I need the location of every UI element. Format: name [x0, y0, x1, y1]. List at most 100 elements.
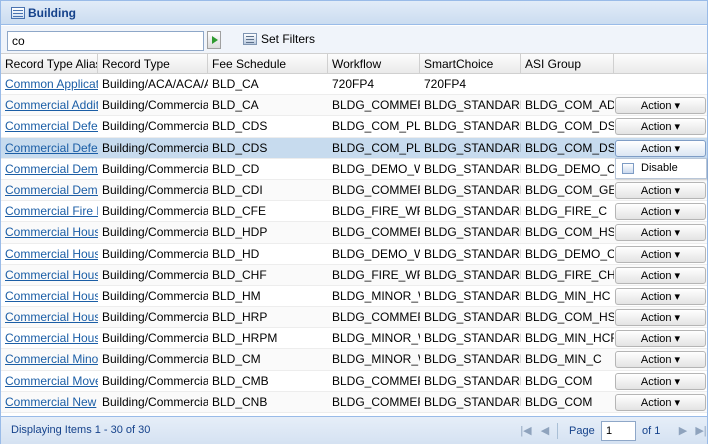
record-type-alias-link[interactable]: Commercial Housi	[1, 244, 98, 265]
cell-asi-group: BLDG_COM_DS	[525, 119, 614, 134]
table-row[interactable]: Commercial Housi Building/Commercial BLD_H…	[1, 222, 707, 244]
cell-smartchoice: BLDG_STANDARI	[424, 331, 521, 346]
table-row[interactable]: Commercial Fire E Building/Commercial BLD_…	[1, 201, 707, 223]
record-type-alias-link[interactable]: Commercial New	[1, 392, 98, 413]
column-header-action	[614, 54, 707, 74]
cell-fee-schedule: BLD_CFE	[212, 204, 267, 219]
record-type-alias-link[interactable]: Commercial Housi	[1, 328, 98, 349]
column-header-workflow[interactable]: Workflow	[328, 54, 420, 74]
record-type-alias-link[interactable]: Commercial Housi	[1, 307, 98, 328]
cell-fee-schedule: BLD_CMB	[212, 373, 269, 388]
cell-fee-schedule: BLD_HM	[212, 288, 261, 303]
cell-fee-schedule: BLD_HRP	[212, 310, 268, 325]
column-header-asi-group[interactable]: ASI Group	[521, 54, 614, 74]
action-button[interactable]: Action ▾	[615, 266, 706, 284]
cell-record-type: Building/Commercial	[102, 246, 208, 261]
cell-smartchoice: BLDG_STANDARI	[424, 119, 521, 134]
table-row[interactable]: Commercial Housi Building/Commercial BLD_C…	[1, 264, 707, 286]
cell-record-type: Building/Commercial	[102, 225, 208, 240]
table-row[interactable]: Commercial Defer Building/Commercial BLD_C…	[1, 116, 707, 138]
action-button[interactable]: Action ▾	[615, 372, 706, 390]
action-button[interactable]: Action ▾	[615, 330, 706, 348]
table-row[interactable]: Commercial Defer Building/Commercial BLD_C…	[1, 137, 707, 159]
cell-asi-group: BLDG_MIN_HC	[525, 288, 611, 303]
action-button[interactable]: Action ▾	[615, 118, 706, 136]
cell-asi-group: BLDG_MIN_HCF	[525, 331, 614, 346]
menu-item-disable[interactable]: Disable	[641, 162, 678, 174]
table-row[interactable]: Commercial New Building/Commercial BLD_CNB…	[1, 391, 707, 413]
action-button[interactable]: Action ▾	[615, 287, 706, 305]
table-row[interactable]: Commercial Minor Building/Commercial BLD_C…	[1, 349, 707, 371]
prev-page-icon[interactable]: ◀	[539, 425, 551, 437]
table-row[interactable]: Commercial Move Building/Commercial BLD_CM…	[1, 371, 707, 392]
action-button[interactable]: Action ▾	[615, 351, 706, 369]
action-button[interactable]: Action ▾	[615, 393, 706, 411]
action-button[interactable]: Action ▾	[615, 309, 706, 327]
record-type-alias-link[interactable]: Commercial Housi	[1, 222, 98, 243]
action-button[interactable]: Action ▾	[615, 203, 706, 221]
column-header-fee-schedule[interactable]: Fee Schedule	[208, 54, 328, 74]
cell-smartchoice: 720FP4	[424, 77, 467, 91]
action-menu: Disable	[615, 158, 707, 179]
toolbar: Set Filters	[1, 26, 707, 53]
table-row[interactable]: Commercial Housi Building/Commercial BLD_H…	[1, 328, 707, 350]
cell-fee-schedule: BLD_CM	[212, 352, 261, 367]
cell-asi-group: BLDG_COM_HS	[525, 225, 614, 240]
set-filters-link[interactable]: Set Filters	[261, 32, 315, 46]
cell-record-type: Building/Commercial	[102, 204, 208, 219]
cell-workflow: BLDG_MINOR_W	[332, 352, 420, 367]
page-input[interactable]	[601, 421, 636, 441]
table-row[interactable]: Commercial Demo Building/Commercial BLD_CD…	[1, 159, 707, 180]
first-page-icon[interactable]: |◀	[520, 425, 532, 437]
table-row[interactable]: Commercial Demo Building/Commercial BLD_CD…	[1, 179, 707, 202]
record-type-alias-link[interactable]: Common Applicat	[1, 74, 98, 95]
cell-workflow: BLDG_COM_PL	[332, 119, 420, 134]
action-button[interactable]: Action ▾	[615, 181, 706, 199]
cell-asi-group: BLDG_DEMO_C	[525, 246, 614, 261]
cell-smartchoice: BLDG_STANDARI	[424, 288, 521, 303]
record-type-alias-link[interactable]: Commercial Demo	[1, 180, 98, 201]
record-type-alias-link[interactable]: Commercial Defer	[1, 116, 98, 137]
column-header-record-type-alias[interactable]: Record Type Alias	[1, 54, 98, 74]
record-type-alias-link[interactable]: Commercial Housi	[1, 265, 98, 286]
cell-workflow: 720FP4	[332, 77, 375, 91]
cell-asi-group: BLDG_COM	[525, 373, 593, 388]
search-go-button[interactable]	[207, 31, 221, 49]
cell-smartchoice: BLDG_STANDARI	[424, 98, 521, 113]
filter-icon[interactable]	[243, 33, 257, 45]
record-type-alias-link[interactable]: Commercial Move	[1, 371, 98, 392]
last-page-icon[interactable]: ▶|	[695, 425, 707, 437]
cell-smartchoice: BLDG_STANDARI	[424, 352, 521, 367]
column-header-smartchoice[interactable]: SmartChoice	[420, 54, 521, 74]
cell-smartchoice: BLDG_STANDARI	[424, 267, 521, 282]
table-row[interactable]: Common Applicat Building/ACA/ACA/A BLD_CA 7…	[1, 74, 707, 96]
cell-smartchoice: BLDG_STANDARI	[424, 394, 521, 409]
record-type-alias-link[interactable]: Commercial Fire E	[1, 201, 98, 222]
action-button[interactable]: Action ▾	[615, 245, 706, 263]
cell-record-type: Building/Commercial	[102, 182, 208, 197]
record-type-alias-link[interactable]: Commercial Demo	[1, 159, 98, 180]
record-type-alias-link[interactable]: Commercial Minor	[1, 349, 98, 370]
table-row[interactable]: Commercial Housi Building/Commercial BLD_H…	[1, 307, 707, 329]
search-input[interactable]	[7, 31, 204, 51]
table-row[interactable]: Commercial Housi Building/Commercial BLD_H…	[1, 244, 707, 265]
page-count: of 1	[642, 425, 661, 437]
record-type-alias-link[interactable]: Commercial Housi	[1, 286, 98, 307]
table-row[interactable]: Commercial Additi Building/Commercial BLD_…	[1, 95, 707, 117]
cell-fee-schedule: BLD_CDS	[212, 140, 268, 155]
column-header-record-type[interactable]: Record Type	[98, 54, 208, 74]
cell-workflow: BLDG_COM_PL	[332, 140, 420, 155]
record-type-alias-link[interactable]: Commercial Defer	[1, 138, 98, 159]
next-page-icon[interactable]: ▶	[677, 425, 689, 437]
cell-record-type: Building/Commercial	[102, 267, 208, 282]
action-button[interactable]: Action ▾	[615, 97, 706, 115]
cell-smartchoice: BLDG_STANDARI	[424, 225, 521, 240]
table-row[interactable]: Commercial Housi Building/Commercial BLD_H…	[1, 286, 707, 308]
cell-smartchoice: BLDG_STANDARI	[424, 373, 521, 388]
record-type-alias-link[interactable]: Commercial Additi	[1, 95, 98, 116]
cell-smartchoice: BLDG_STANDARI	[424, 204, 521, 219]
action-button[interactable]: Action ▾	[615, 224, 706, 242]
grid-icon	[11, 7, 25, 19]
action-button[interactable]: Action ▾	[615, 139, 706, 157]
cell-workflow: BLDG_MINOR_W	[332, 331, 420, 346]
